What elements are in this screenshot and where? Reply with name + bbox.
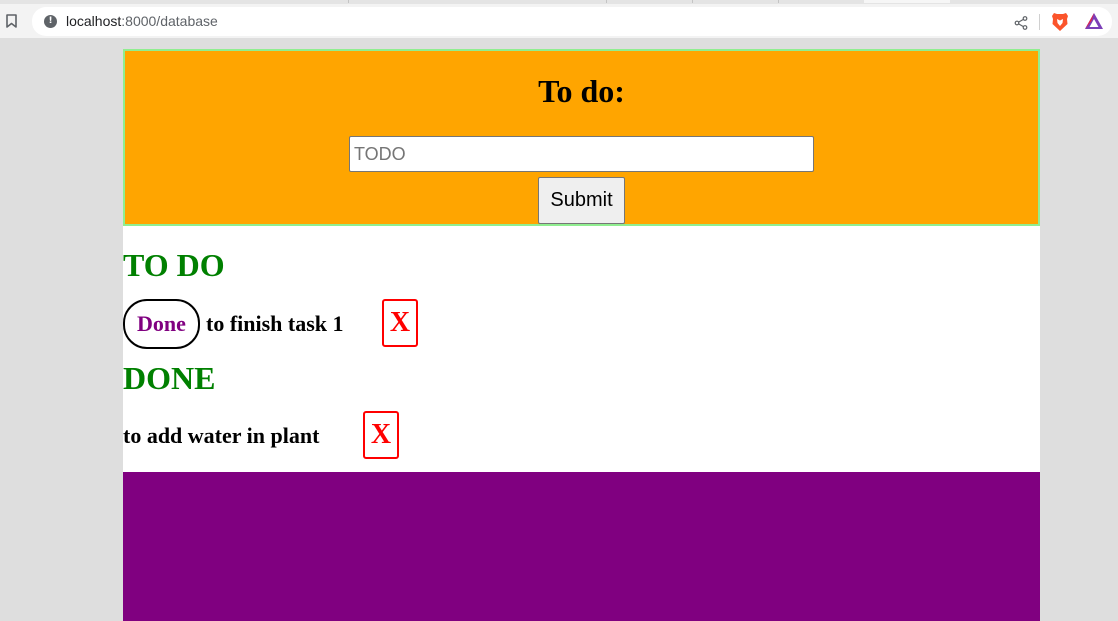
brave-rewards-icon[interactable] xyxy=(1084,12,1104,31)
delete-button[interactable]: X xyxy=(363,411,399,459)
browser-toolbar: ! localhost:8000/database xyxy=(0,4,1118,38)
tab-active[interactable] xyxy=(864,0,950,3)
tab-divider xyxy=(606,0,607,3)
todo-heading: TO DO xyxy=(123,247,225,283)
delete-button[interactable]: X xyxy=(382,299,418,347)
done-button[interactable]: Done xyxy=(123,299,200,349)
url-text[interactable]: localhost:8000/database xyxy=(66,13,218,29)
form-title: To do: xyxy=(538,73,625,109)
task-text: to finish task 1 xyxy=(206,311,344,336)
url-host: localhost xyxy=(66,13,122,29)
tab-divider xyxy=(778,0,779,3)
done-heading: DONE xyxy=(123,360,216,396)
url-path: :8000/database xyxy=(121,13,218,29)
todo-form: To do: Submit xyxy=(123,49,1040,226)
task-text: to add water in plant xyxy=(123,423,320,448)
info-icon[interactable]: ! xyxy=(44,15,57,28)
submit-button[interactable]: Submit xyxy=(538,177,625,224)
share-icon[interactable] xyxy=(1014,15,1028,30)
brave-shields-icon[interactable] xyxy=(1051,12,1069,32)
tab-divider xyxy=(692,0,693,3)
todo-input[interactable] xyxy=(349,136,814,172)
page-content: To do: Submit TO DO Done to finish task … xyxy=(123,49,1040,621)
tab-divider xyxy=(348,0,349,3)
purple-footer xyxy=(123,472,1040,621)
address-bar[interactable]: ! localhost:8000/database xyxy=(32,7,1112,36)
bookmark-icon[interactable] xyxy=(4,13,18,29)
address-bar-divider xyxy=(1039,14,1040,30)
